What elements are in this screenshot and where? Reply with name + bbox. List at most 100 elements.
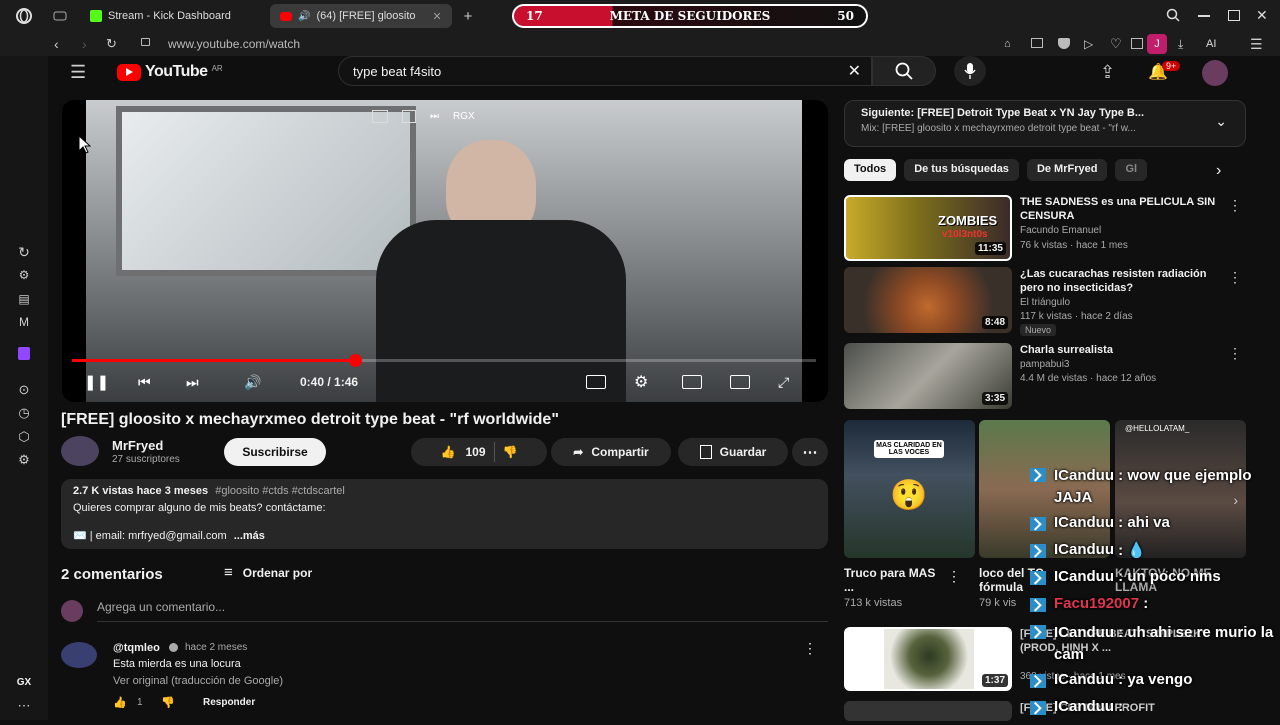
upload-icon[interactable]: ⇪ bbox=[1100, 62, 1115, 83]
recommended-video[interactable]: 3:35 Charla surrealista pampabui3 4.4 M … bbox=[844, 343, 1246, 409]
chip-more[interactable]: Gl bbox=[1115, 159, 1148, 181]
play-circle-icon[interactable]: ⊙ bbox=[19, 382, 30, 398]
subtitles-icon[interactable] bbox=[586, 375, 606, 389]
forward-icon[interactable]: › bbox=[82, 36, 87, 52]
comment-author[interactable]: @tqmleo bbox=[113, 642, 160, 654]
settings-icon[interactable]: ⚙ bbox=[18, 452, 30, 468]
recommended-video[interactable]: ZOMBIES v10l3nt0s 11:35 THE SADNESS es u… bbox=[844, 195, 1246, 261]
channel-name[interactable]: MrFryed bbox=[112, 438, 163, 453]
hamburger-menu-icon[interactable]: ☰ bbox=[70, 62, 86, 83]
video-player[interactable]: ⏭ RGX ❚❚ ⏮ ⏭ 🔊 0:40 / 1:46 ⚙ ⤢ bbox=[62, 100, 828, 402]
short-thumbnail[interactable]: MAS CLARIDAD EN LAS VOCES 😲 bbox=[844, 420, 975, 558]
tab-youtube[interactable]: 🔊 (64) [FREE] gloosito ✕ bbox=[270, 4, 452, 28]
new-tab-icon[interactable]: + bbox=[458, 8, 478, 25]
video-description[interactable]: 2.7 K vistas hace 3 meses #gloosito #ctd… bbox=[61, 479, 828, 549]
reload-icon[interactable]: ↻ bbox=[106, 36, 117, 52]
reply-button[interactable]: Responder bbox=[203, 697, 255, 708]
search-tabs-icon[interactable] bbox=[1166, 8, 1180, 22]
tabs-icon[interactable] bbox=[1131, 38, 1143, 49]
clear-search-icon[interactable]: ✕ bbox=[848, 61, 861, 81]
previous-icon[interactable]: ⏮ bbox=[138, 374, 151, 391]
pocket-icon[interactable] bbox=[1058, 38, 1070, 49]
send-icon[interactable]: ▷ bbox=[1084, 37, 1093, 51]
like-button[interactable]: 👍 109 bbox=[441, 445, 486, 459]
sort-comments-button[interactable]: ≡ Ordenar por bbox=[224, 564, 312, 581]
video-title[interactable]: THE SADNESS es una PELICULA SIN CENSURA bbox=[1020, 195, 1220, 223]
minimize-icon[interactable] bbox=[1198, 15, 1210, 17]
game-controller-icon[interactable]: ⚙ bbox=[19, 268, 30, 282]
close-tab-icon[interactable]: ✕ bbox=[432, 10, 441, 23]
share-button[interactable]: ➦ Compartir bbox=[551, 438, 671, 466]
cast-icon[interactable] bbox=[730, 375, 750, 389]
more-actions-button[interactable]: ⋯ bbox=[792, 438, 828, 466]
chips-next-icon[interactable]: › bbox=[1216, 162, 1221, 180]
more-icon[interactable]: ⋯ bbox=[18, 698, 31, 714]
show-more-link[interactable]: ...más bbox=[234, 530, 265, 542]
progress-knob[interactable] bbox=[348, 354, 362, 367]
speaker-icon[interactable]: 🔊 bbox=[298, 11, 310, 22]
profile-avatar[interactable]: J bbox=[1147, 34, 1167, 54]
video-thumbnail[interactable]: 8:48 bbox=[844, 267, 1012, 333]
translate-link[interactable]: Ver original (traducción de Google) bbox=[113, 675, 283, 687]
tab-kick-dashboard[interactable]: Stream - Kick Dashboard bbox=[80, 4, 266, 28]
pause-icon[interactable]: ❚❚ bbox=[84, 373, 109, 391]
rgx-label[interactable]: RGX bbox=[453, 111, 475, 122]
fullscreen-icon[interactable]: ⤢ bbox=[778, 374, 789, 391]
next-icon[interactable]: ⏭ bbox=[186, 374, 199, 391]
video-menu-icon[interactable]: ⋮ bbox=[1228, 197, 1242, 214]
chip-searches[interactable]: De tus búsquedas bbox=[904, 159, 1019, 181]
channel-name[interactable]: pampabui3 bbox=[1020, 358, 1069, 372]
video-thumbnail[interactable]: 3:35 bbox=[844, 343, 1012, 409]
aria-ai-button[interactable]: AI bbox=[1206, 38, 1216, 50]
messenger-icon[interactable]: M bbox=[19, 315, 29, 329]
volume-icon[interactable]: 🔊 bbox=[244, 374, 261, 391]
account-avatar[interactable] bbox=[1202, 60, 1228, 86]
chip-all[interactable]: Todos bbox=[844, 159, 897, 181]
screenshot-icon[interactable] bbox=[1031, 38, 1043, 48]
comment-menu-icon[interactable]: ⋮ bbox=[803, 640, 817, 657]
download-icon[interactable]: ⤓ bbox=[1178, 37, 1183, 52]
short-item[interactable]: MAS CLARIDAD EN LAS VOCES 😲 Truco para M… bbox=[844, 420, 975, 610]
channel-name[interactable]: Facundo Emanuel bbox=[1020, 224, 1101, 238]
skip-icon[interactable]: ⏭ bbox=[430, 111, 439, 122]
maximize-icon[interactable] bbox=[1228, 10, 1240, 21]
hashtags[interactable]: #gloosito #ctds #ctdscartel bbox=[215, 485, 345, 497]
twitch-icon[interactable] bbox=[18, 347, 30, 360]
comment-dislike-icon[interactable]: 👎 bbox=[161, 696, 175, 709]
snapshot-icon[interactable]: ⌂ bbox=[1004, 38, 1011, 50]
video-title[interactable]: ¿Las cucarachas resisten radiación pero … bbox=[1020, 267, 1220, 295]
video-thumbnail[interactable] bbox=[844, 701, 1012, 721]
short-menu-icon[interactable]: ⋮ bbox=[947, 568, 961, 585]
comment-like-icon[interactable]: 👍 bbox=[113, 696, 127, 709]
comment-time[interactable]: hace 2 meses bbox=[185, 642, 247, 653]
next-up-panel[interactable]: Siguiente: [FREE] Detroit Type Beat x YN… bbox=[844, 100, 1246, 147]
history-icon[interactable]: ↻ bbox=[18, 244, 30, 261]
settings-gear-icon[interactable]: ⚙ bbox=[634, 372, 648, 392]
search-button[interactable] bbox=[872, 56, 936, 86]
youtube-logo[interactable]: YouTube AR bbox=[117, 63, 223, 81]
video-thumbnail[interactable]: ZOMBIES v10l3nt0s 11:35 bbox=[844, 195, 1012, 261]
chevron-down-icon[interactable]: ⌄ bbox=[1215, 113, 1227, 130]
back-icon[interactable]: ‹ bbox=[54, 36, 59, 52]
subscribe-button[interactable]: Suscribirse bbox=[224, 438, 326, 466]
video-menu-icon[interactable]: ⋮ bbox=[1228, 345, 1242, 362]
cube-icon[interactable]: ⬡ bbox=[18, 429, 29, 445]
search-input[interactable]: type beat f4sito ✕ bbox=[338, 56, 872, 86]
add-comment-input[interactable]: Agrega un comentario... bbox=[97, 600, 828, 622]
heart-icon[interactable]: ♡ bbox=[1110, 36, 1122, 52]
miniplayer-icon[interactable] bbox=[372, 110, 388, 123]
save-button[interactable]: Guardar bbox=[678, 438, 788, 466]
recommended-video[interactable]: 8:48 ¿Las cucarachas resisten radiación … bbox=[844, 267, 1246, 336]
menu-icon[interactable]: ☰ bbox=[1250, 36, 1263, 53]
dislike-button[interactable]: 👎 bbox=[503, 445, 518, 459]
channel-name[interactable]: El triángulo bbox=[1020, 296, 1070, 310]
player-icon[interactable]: ▤ bbox=[18, 292, 29, 306]
clock-icon[interactable]: ◷ bbox=[18, 405, 29, 421]
expand-icon[interactable] bbox=[402, 110, 416, 123]
opera-gx-logo-icon[interactable] bbox=[0, 0, 48, 32]
short-title[interactable]: Truco para MAS ... bbox=[844, 566, 944, 594]
video-thumbnail[interactable]: 1:37 bbox=[844, 627, 1012, 691]
video-title[interactable]: Charla surrealista bbox=[1020, 343, 1220, 357]
miniplayer-toggle-icon[interactable] bbox=[682, 375, 702, 389]
progress-bar[interactable] bbox=[72, 354, 816, 367]
